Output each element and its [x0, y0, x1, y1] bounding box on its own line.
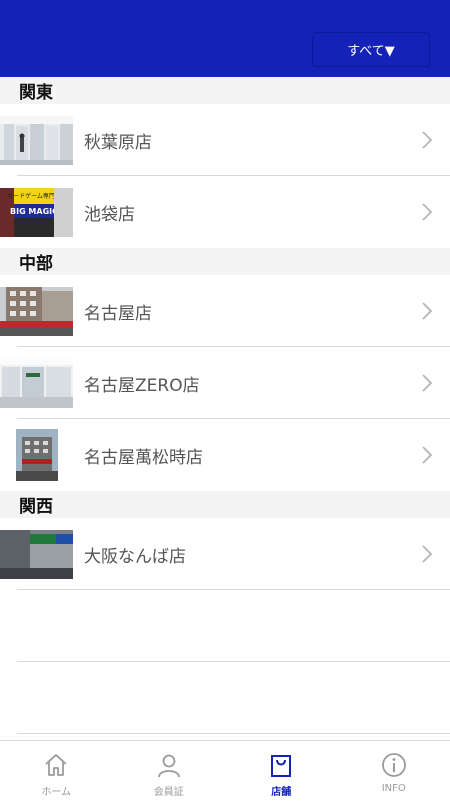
info-icon	[380, 751, 408, 779]
store-row-nagoya-banshoji[interactable]: 名古屋萬松時店	[0, 419, 450, 491]
tab-label: 店舗	[271, 783, 291, 798]
store-photo-ikebukuro: BIG MAGIC カードゲーム専門店	[0, 188, 73, 237]
store-photo-nagoya-zero	[0, 359, 73, 408]
store-name: 名古屋店	[84, 275, 152, 347]
store-name: 池袋店	[84, 176, 135, 248]
store-name: 秋葉原店	[84, 104, 152, 176]
chevron-right-icon	[422, 131, 432, 149]
store-row-osaka-namba[interactable]: 大阪なんば店	[0, 518, 450, 590]
store-list[interactable]: 関東 秋葉原店 BI	[0, 77, 450, 740]
store-name: 名古屋ZERO店	[84, 347, 200, 419]
store-name: 名古屋萬松時店	[84, 419, 203, 491]
home-icon	[42, 751, 70, 779]
tab-label: INFO	[382, 783, 406, 794]
tab-member-card[interactable]: 会員証	[113, 741, 226, 801]
person-icon	[155, 751, 183, 779]
section-header-kanto: 関東	[0, 77, 450, 104]
chevron-right-icon	[422, 374, 432, 392]
store-name: 大阪なんば店	[84, 518, 186, 590]
store-row-nagoya[interactable]: 名古屋店	[0, 275, 450, 347]
store-row-akihabara[interactable]: 秋葉原店	[0, 104, 450, 176]
store-row-nagoya-zero[interactable]: 名古屋ZERO店	[0, 347, 450, 419]
empty-list-row	[0, 662, 450, 734]
store-photo-osaka-namba	[0, 530, 73, 579]
tab-home[interactable]: ホーム	[0, 741, 113, 801]
chevron-right-icon	[422, 446, 432, 464]
chevron-right-icon	[422, 302, 432, 320]
store-row-ikebukuro[interactable]: BIG MAGIC カードゲーム専門店 池袋店	[0, 176, 450, 248]
tab-stores[interactable]: 店舗	[225, 741, 338, 801]
store-photo-akihabara	[0, 116, 73, 165]
region-filter-dropdown[interactable]: すべて▼	[312, 32, 430, 67]
svg-text:BIG MAGIC: BIG MAGIC	[10, 207, 58, 216]
section-header-kansai: 関西	[0, 491, 450, 518]
svg-text:カードゲーム専門店: カードゲーム専門店	[7, 192, 61, 200]
bag-icon	[267, 751, 295, 779]
app-header: すべて▼	[0, 0, 450, 77]
tab-label: 会員証	[154, 783, 184, 798]
tab-info[interactable]: INFO	[338, 741, 450, 801]
store-photo-nagoya-banshoji	[16, 429, 58, 481]
empty-list-row	[0, 590, 450, 662]
store-photo-nagoya	[0, 287, 73, 336]
chevron-right-icon	[422, 203, 432, 221]
chevron-right-icon	[422, 545, 432, 563]
tab-label: ホーム	[41, 783, 71, 798]
section-header-chubu: 中部	[0, 248, 450, 275]
bottom-tab-bar: ホーム 会員証 店舗 INFO	[0, 740, 450, 801]
